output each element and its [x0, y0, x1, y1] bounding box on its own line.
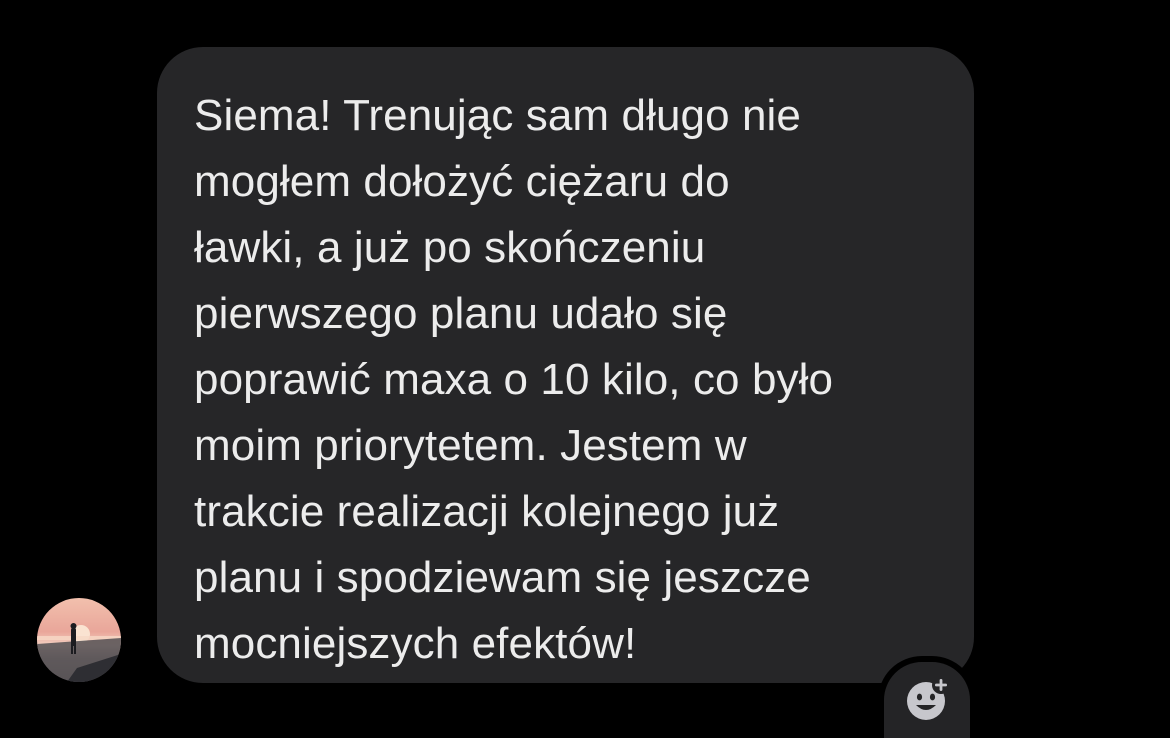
- message-text: Siema! Trenując sam długo nie mogłem doł…: [194, 91, 834, 668]
- sender-avatar[interactable]: [37, 598, 121, 682]
- avatar-photo-icon: [37, 623, 121, 682]
- incoming-message-bubble[interactable]: Siema! Trenując sam długo nie mogłem doł…: [157, 47, 974, 683]
- add-reaction-button[interactable]: [884, 662, 970, 738]
- add-reaction-smiley-icon: [907, 676, 950, 720]
